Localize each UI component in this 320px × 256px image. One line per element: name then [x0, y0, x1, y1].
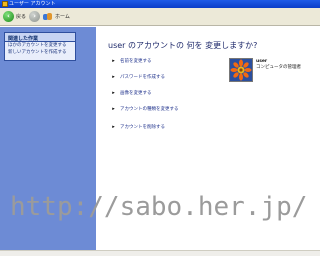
action-change-picture[interactable]: ▸ 画像を変更する — [111, 90, 152, 96]
action-change-name[interactable]: ▸ 名前を変更する — [111, 58, 152, 64]
action-label: アカウントを削除する — [120, 125, 165, 130]
page-title: user のアカウントの 何を 変更しますか? — [108, 41, 258, 50]
user-accounts-app-icon — [2, 1, 8, 7]
action-label: 名前を変更する — [120, 59, 152, 64]
arrow-bullet-icon: ▸ — [112, 90, 115, 96]
action-delete-account[interactable]: ▸ アカウントを削除する — [111, 124, 165, 130]
related-tasks-header: 関連した作業 — [5, 33, 75, 42]
back-arrow-icon: ‹ — [3, 11, 14, 22]
user-accounts-home-icon — [43, 12, 53, 21]
forward-button[interactable]: › — [29, 11, 41, 22]
arrow-bullet-icon: ▸ — [112, 58, 115, 64]
task-create-new-account[interactable]: 新しいアカウントを作成する — [5, 49, 75, 56]
arrow-bullet-icon: ▸ — [112, 106, 115, 112]
action-label: 画像を変更する — [120, 91, 152, 96]
window-titlebar: ユーザー アカウント — [0, 0, 320, 8]
back-button[interactable]: ‹ 戻る — [3, 11, 26, 22]
home-button[interactable]: ホーム — [43, 12, 70, 21]
action-change-account-type[interactable]: ▸ アカウントの種類を変更する — [111, 106, 179, 112]
home-button-label: ホーム — [55, 14, 70, 20]
account-info: user コンピュータの管理者 — [256, 58, 301, 82]
action-label: パスワードを作成する — [120, 75, 165, 80]
account-role: コンピュータの管理者 — [256, 65, 301, 70]
watermark-url: http://sabo.her.jp/ — [10, 192, 308, 222]
flower-icon — [229, 58, 253, 82]
toolbar: ‹ 戻る › ホーム — [0, 8, 320, 26]
back-button-label: 戻る — [16, 14, 27, 20]
forward-arrow-icon: › — [29, 11, 41, 22]
action-create-password[interactable]: ▸ パスワードを作成する — [111, 74, 165, 80]
account-card: user コンピュータの管理者 — [229, 58, 301, 82]
action-label: アカウントの種類を変更する — [120, 107, 179, 112]
arrow-bullet-icon: ▸ — [112, 124, 115, 130]
status-bar — [0, 250, 320, 256]
task-change-other-account[interactable]: ほかのアカウントを変更する — [5, 42, 75, 49]
related-tasks-panel: 関連した作業 ほかのアカウントを変更する 新しいアカウントを作成する — [4, 32, 76, 61]
arrow-bullet-icon: ▸ — [112, 74, 115, 80]
window-title: ユーザー アカウント — [9, 1, 56, 7]
